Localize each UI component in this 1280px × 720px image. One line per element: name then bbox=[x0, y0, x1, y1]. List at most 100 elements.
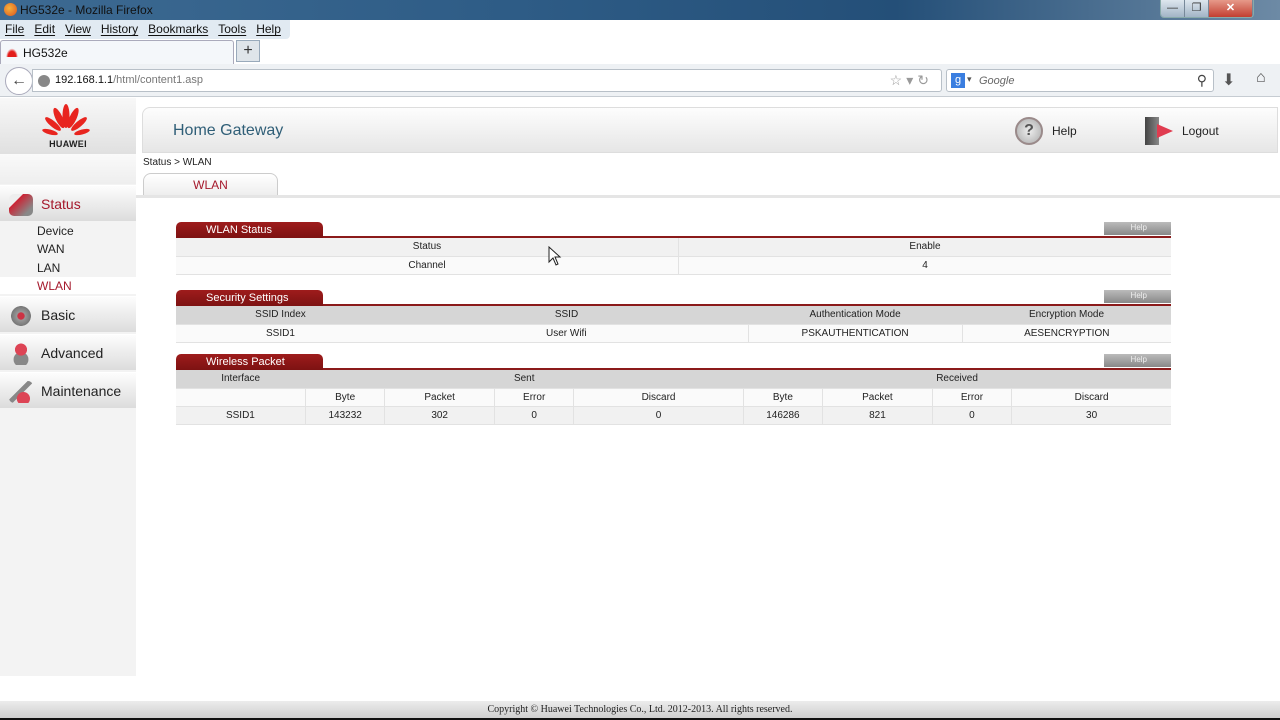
column-header: Discard bbox=[1011, 388, 1171, 407]
sidebar-label: Maintenance bbox=[41, 383, 122, 399]
column-header: Interface bbox=[176, 370, 306, 389]
engine-dropdown-icon[interactable]: ▾ bbox=[967, 74, 972, 85]
ssid-cell: User Wifi bbox=[384, 324, 749, 343]
table-subheader-row: Byte Packet Error Discard Byte Packet Er… bbox=[176, 388, 1171, 407]
history-dropdown-icon[interactable]: ▾ bbox=[906, 72, 917, 88]
navigation-toolbar: ← 192.168.1.1/html/content1.asp ☆▾↻ g ▾ … bbox=[0, 64, 1280, 97]
column-header: Received bbox=[743, 370, 1171, 389]
column-header: Sent bbox=[305, 370, 744, 389]
browser-tab[interactable]: HG532e bbox=[0, 40, 234, 64]
minimize-button[interactable]: — bbox=[1161, 0, 1185, 17]
search-icon[interactable]: ⚲ bbox=[1197, 72, 1207, 89]
window-title: HG532e - Mozilla Firefox bbox=[20, 3, 153, 17]
logout-label: Logout bbox=[1182, 124, 1219, 138]
column-header: Byte bbox=[742, 388, 823, 407]
wireless-packet-help-button[interactable]: Help bbox=[1104, 354, 1171, 367]
section-title: Wireless Packet bbox=[176, 354, 323, 370]
logout-button[interactable]: Logout bbox=[1145, 117, 1219, 145]
maximize-button[interactable]: ❐ bbox=[1185, 0, 1209, 17]
globe-icon bbox=[38, 75, 50, 87]
column-header: SSID bbox=[384, 306, 749, 325]
back-button[interactable]: ← bbox=[5, 67, 33, 95]
page-title: Home Gateway bbox=[173, 122, 284, 139]
header-band: Home Gateway ? Help Logout bbox=[142, 107, 1278, 153]
sidebar-item-advanced[interactable]: Advanced bbox=[0, 334, 136, 370]
download-icon[interactable]: ⬇ bbox=[1222, 70, 1235, 90]
sidebar-label: Basic bbox=[41, 307, 76, 323]
wlan-status-section: WLAN Status Help Status Enable Channel 4 bbox=[176, 222, 1171, 275]
tab-bar: HG532e + bbox=[0, 40, 1280, 64]
sidebar-label: Status bbox=[41, 196, 81, 212]
menu-view[interactable]: View bbox=[60, 20, 96, 39]
question-icon: ? bbox=[1015, 117, 1043, 145]
security-table: SSID Index SSID Authentication Mode Encr… bbox=[176, 306, 1171, 343]
search-placeholder: Google bbox=[979, 75, 1015, 87]
tab-wlan[interactable]: WLAN bbox=[143, 173, 278, 195]
advanced-gears-icon bbox=[9, 343, 33, 365]
interface-cell: SSID1 bbox=[176, 406, 306, 425]
column-header bbox=[176, 388, 306, 407]
status-label: Status bbox=[176, 238, 679, 257]
wireless-packet-table: Interface Sent Received Byte Packet Erro… bbox=[176, 370, 1171, 425]
search-box[interactable]: g ▾ Google ⚲ bbox=[946, 69, 1214, 92]
sidebar-item-status[interactable]: Status bbox=[0, 185, 136, 221]
google-icon[interactable]: g bbox=[951, 73, 965, 88]
column-header: Packet bbox=[822, 388, 933, 407]
back-arrow-icon: ← bbox=[11, 72, 27, 89]
sent-byte-cell: 143232 bbox=[304, 406, 385, 425]
menu-edit[interactable]: Edit bbox=[29, 20, 60, 39]
section-title: WLAN Status bbox=[176, 222, 323, 238]
status-value: Enable bbox=[677, 238, 1171, 257]
security-help-button[interactable]: Help bbox=[1104, 290, 1171, 303]
sidebar-subitem-wan[interactable]: WAN bbox=[0, 240, 136, 257]
help-button[interactable]: ? Help bbox=[1015, 117, 1077, 145]
menu-bookmarks[interactable]: Bookmarks bbox=[143, 20, 213, 39]
menu-history[interactable]: History bbox=[96, 20, 143, 39]
encryption-mode-cell: AESENCRYPTION bbox=[961, 324, 1171, 343]
column-header: Byte bbox=[304, 388, 385, 407]
bookmark-star-icon[interactable]: ☆ bbox=[890, 72, 907, 88]
table-row: SSID1 143232 302 0 0 146286 821 0 30 bbox=[176, 406, 1171, 425]
auth-mode-cell: PSKAUTHENTICATION bbox=[747, 324, 963, 343]
sidebar-item-basic[interactable]: Basic bbox=[0, 296, 136, 332]
column-header: Encryption Mode bbox=[962, 306, 1171, 325]
menu-help[interactable]: Help bbox=[251, 20, 286, 39]
received-packet-cell: 821 bbox=[822, 406, 933, 425]
menu-file[interactable]: File bbox=[0, 20, 29, 39]
sidebar-spacer bbox=[0, 154, 136, 184]
sidebar-item-maintenance[interactable]: Maintenance bbox=[0, 372, 136, 408]
section-title: Security Settings bbox=[176, 290, 323, 306]
column-header: SSID Index bbox=[176, 306, 385, 325]
status-info-icon bbox=[9, 194, 33, 216]
huawei-petals-icon bbox=[42, 104, 90, 136]
received-byte-cell: 146286 bbox=[742, 406, 823, 425]
received-discard-cell: 30 bbox=[1011, 406, 1171, 425]
sidebar-subitem-device[interactable]: Device bbox=[0, 222, 136, 239]
security-settings-section: Security Settings Help SSID Index SSID A… bbox=[176, 290, 1171, 343]
sidebar-subitem-lan[interactable]: LAN bbox=[0, 259, 136, 276]
footer-copyright: Copyright © Huawei Technologies Co., Ltd… bbox=[0, 701, 1280, 718]
channel-label: Channel bbox=[176, 256, 679, 275]
wireless-packet-section: Wireless Packet Help Interface Sent Rece… bbox=[176, 354, 1171, 425]
column-header: Authentication Mode bbox=[748, 306, 963, 325]
sidebar: HUAWEI Status Device WAN LAN WLAN Basic … bbox=[0, 98, 136, 676]
reload-icon[interactable]: ↻ bbox=[917, 72, 933, 88]
table-header-row: Interface Sent Received bbox=[176, 370, 1171, 389]
column-header: Error bbox=[931, 388, 1012, 407]
sent-packet-cell: 302 bbox=[384, 406, 495, 425]
wlan-status-help-button[interactable]: Help bbox=[1104, 222, 1171, 235]
menu-tools[interactable]: Tools bbox=[213, 20, 251, 39]
help-label: Help bbox=[1052, 124, 1077, 138]
window-titlebar: HG532e - Mozilla Firefox — ❐ ✕ bbox=[0, 0, 1280, 20]
url-bar[interactable]: 192.168.1.1/html/content1.asp ☆▾↻ bbox=[32, 69, 942, 92]
sidebar-subitem-wlan[interactable]: WLAN bbox=[0, 277, 136, 294]
breadcrumb: Status > WLAN bbox=[143, 157, 212, 168]
sidebar-label: Advanced bbox=[41, 345, 104, 361]
url-actions: ☆▾↻ bbox=[890, 72, 933, 89]
new-tab-button[interactable]: + bbox=[236, 40, 260, 62]
table-header-row: SSID Index SSID Authentication Mode Encr… bbox=[176, 306, 1171, 325]
logout-door-icon bbox=[1145, 117, 1175, 145]
sent-discard-cell: 0 bbox=[573, 406, 744, 425]
home-icon[interactable]: ⌂ bbox=[1256, 69, 1266, 87]
close-button[interactable]: ✕ bbox=[1209, 0, 1253, 17]
